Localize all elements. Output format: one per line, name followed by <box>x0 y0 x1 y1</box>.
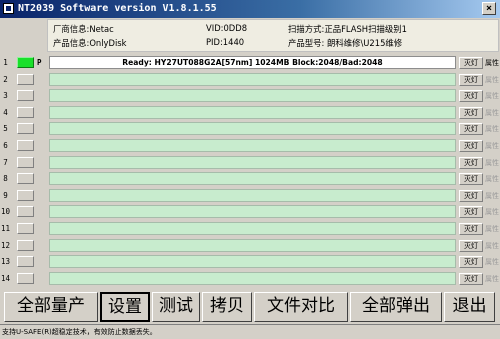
light-off-button[interactable]: 灭灯 <box>459 256 483 268</box>
model-info: 产品型号: 朗科维修\U215维修 <box>288 38 403 48</box>
properties-button[interactable]: 属性 <box>485 256 500 268</box>
toolbar: 全部量产 设置 测试 拷贝 文件对比 全部弹出 退出 <box>0 292 500 322</box>
light-off-button[interactable]: 灭灯 <box>459 240 483 252</box>
properties-button[interactable]: 属性 <box>485 173 500 185</box>
port-select-button[interactable] <box>17 107 34 118</box>
port-number: 7 <box>3 158 8 167</box>
port-status-bar <box>49 205 456 218</box>
properties-button[interactable]: 属性 <box>485 273 500 285</box>
light-off-button[interactable]: 灭灯 <box>459 223 483 235</box>
port-flag: P <box>37 58 42 67</box>
light-off-button[interactable]: 灭灯 <box>459 273 483 285</box>
properties-button[interactable]: 属性 <box>485 157 500 169</box>
eject-all-button[interactable]: 全部弹出 <box>350 292 442 322</box>
light-off-button[interactable]: 灭灯 <box>459 206 483 218</box>
port-select-button[interactable] <box>17 273 34 284</box>
port-select-button[interactable] <box>17 223 34 234</box>
port-number: 1 <box>3 58 8 67</box>
vendor-info: 厂商信息:Netac <box>53 24 114 34</box>
properties-button[interactable]: 属性 <box>485 123 500 135</box>
port-select-button[interactable] <box>17 140 34 151</box>
port-status-bar <box>49 156 456 169</box>
window-title: NT2039 Software version V1.8.1.55 <box>18 3 217 14</box>
light-off-button[interactable]: 灭灯 <box>459 157 483 169</box>
exit-button[interactable]: 退出 <box>444 292 495 322</box>
title-bar: NT2039 Software version V1.8.1.55 × <box>0 0 500 18</box>
light-off-button[interactable]: 灭灯 <box>459 140 483 152</box>
close-button[interactable]: × <box>482 2 496 15</box>
port-number: 4 <box>3 108 8 117</box>
port-status-bar <box>49 239 456 252</box>
product-info: 产品信息:OnlyDisk <box>53 38 127 48</box>
port-number: 13 <box>0 257 11 266</box>
port-select-button[interactable] <box>17 74 34 85</box>
port-status-bar <box>49 172 456 185</box>
port-number: 9 <box>3 191 8 200</box>
light-off-button[interactable]: 灭灯 <box>459 123 483 135</box>
port-status-bar <box>49 122 456 135</box>
port-status-bar <box>49 139 456 152</box>
port-status-bar <box>49 255 456 268</box>
properties-button[interactable]: 属性 <box>485 240 500 252</box>
port-select-button[interactable] <box>17 90 34 101</box>
properties-button[interactable]: 属性 <box>485 206 500 218</box>
port-select-button[interactable] <box>17 256 34 267</box>
pid-info: PID:1440 <box>206 37 245 47</box>
port-number: 3 <box>3 91 8 100</box>
port-number: 10 <box>0 207 11 216</box>
settings-button[interactable]: 设置 <box>100 292 150 322</box>
port-status-bar <box>49 189 456 202</box>
properties-button[interactable]: 属性 <box>485 74 500 86</box>
port-select-button[interactable] <box>17 123 34 134</box>
port-number: 12 <box>0 241 11 250</box>
properties-button[interactable]: 属性 <box>485 223 500 235</box>
port-select-button[interactable] <box>17 206 34 217</box>
port-number: 2 <box>3 75 8 84</box>
copy-button[interactable]: 拷贝 <box>202 292 252 322</box>
light-off-button[interactable]: 灭灯 <box>459 74 483 86</box>
properties-button[interactable]: 属性 <box>485 107 500 119</box>
scan-mode-info: 扫描方式:正品FLASH扫描级别1 <box>288 24 407 34</box>
port-status-bar <box>49 106 456 119</box>
test-button[interactable]: 测试 <box>152 292 200 322</box>
status-bar: 支持U-SAFE(R)超稳定技术，有效防止数据丢失。 <box>0 324 500 339</box>
light-off-button[interactable]: 灭灯 <box>459 190 483 202</box>
port-number: 11 <box>0 224 11 233</box>
port-number: 6 <box>3 141 8 150</box>
port-number: 5 <box>3 124 8 133</box>
properties-button[interactable]: 属性 <box>485 140 500 152</box>
light-off-button[interactable]: 灭灯 <box>459 173 483 185</box>
file-compare-button[interactable]: 文件对比 <box>254 292 348 322</box>
properties-button[interactable]: 属性 <box>485 90 500 102</box>
mass-produce-all-button[interactable]: 全部量产 <box>4 292 98 322</box>
port-status-bar <box>49 272 456 285</box>
port-select-button[interactable] <box>17 57 34 68</box>
light-off-button[interactable]: 灭灯 <box>459 57 483 69</box>
port-select-button[interactable] <box>17 190 34 201</box>
port-status-bar: Ready: HY27UT088G2A[57nm] 1024MB Block:2… <box>49 56 456 69</box>
light-off-button[interactable]: 灭灯 <box>459 90 483 102</box>
vid-info: VID:0DD8 <box>206 23 248 33</box>
port-select-button[interactable] <box>17 240 34 251</box>
port-number: 8 <box>3 174 8 183</box>
port-status-bar <box>49 89 456 102</box>
light-off-button[interactable]: 灭灯 <box>459 107 483 119</box>
device-info-panel: 厂商信息:Netac 产品信息:OnlyDisk VID:0DD8 PID:14… <box>47 19 499 52</box>
app-icon <box>3 3 14 14</box>
port-status-bar <box>49 73 456 86</box>
port-number: 14 <box>0 274 11 283</box>
properties-button[interactable]: 属性 <box>485 57 500 69</box>
port-select-button[interactable] <box>17 173 34 184</box>
port-select-button[interactable] <box>17 157 34 168</box>
port-status-bar <box>49 222 456 235</box>
properties-button[interactable]: 属性 <box>485 190 500 202</box>
